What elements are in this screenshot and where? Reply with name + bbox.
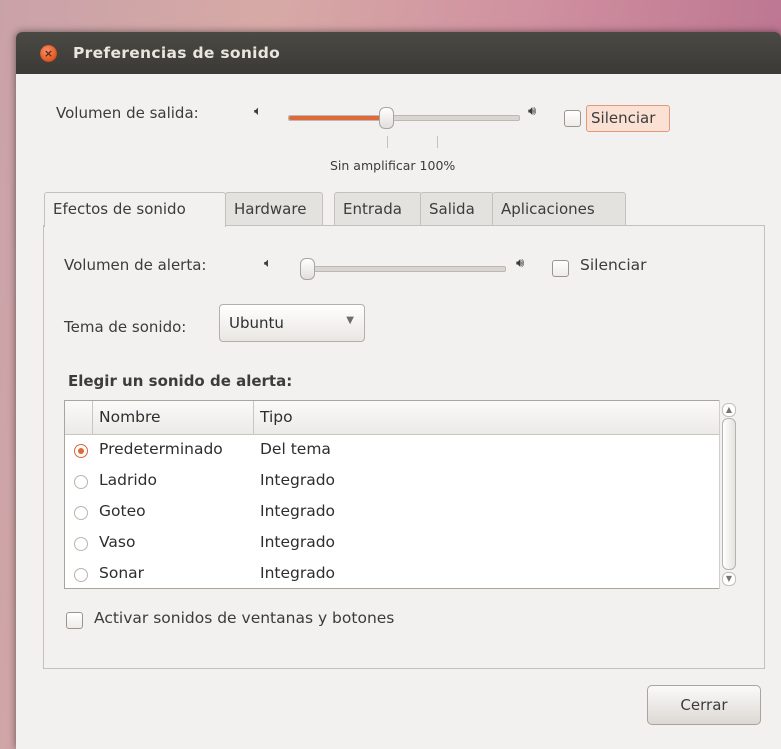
sound-type: Integrado <box>260 564 336 582</box>
output-volume-label: Volumen de salida: <box>56 104 199 122</box>
output-scale-label: Sin amplificar 100% <box>330 158 456 173</box>
alert-volume-thumb[interactable] <box>300 258 315 280</box>
choose-alert-heading: Elegir un sonido de alerta: <box>68 372 293 390</box>
sound-radio[interactable] <box>74 475 88 489</box>
scroll-down-icon[interactable]: ▼ <box>722 572 736 586</box>
sound-preferences-window: × Preferencias de sonido Volumen de sali… <box>16 32 781 749</box>
alert-sounds-list: Nombre Tipo Predeterminado Del tema Ladr… <box>64 400 720 589</box>
output-mute-label: Silenciar <box>591 109 656 127</box>
sound-radio[interactable] <box>74 444 88 458</box>
chevron-down-icon: ▼ <box>346 315 354 326</box>
list-header: Nombre Tipo <box>65 401 719 435</box>
sound-theme-value: Ubuntu <box>229 314 284 332</box>
tab-input[interactable]: Entrada <box>334 192 422 225</box>
tab-hardware[interactable]: Hardware <box>225 192 323 225</box>
tab-applications[interactable]: Aplicaciones <box>492 192 626 225</box>
sound-radio[interactable] <box>74 568 88 582</box>
slider-tick-100 <box>437 136 438 148</box>
sound-type: Integrado <box>260 533 336 551</box>
sound-name: Ladrido <box>99 471 157 489</box>
scrollbar-thumb[interactable] <box>722 418 736 570</box>
list-item[interactable]: Goteo Integrado <box>65 497 719 528</box>
output-mute-focus[interactable]: Silenciar <box>586 105 670 132</box>
sound-name: Vaso <box>99 533 136 551</box>
list-item[interactable]: Vaso Integrado <box>65 528 719 559</box>
column-header-type[interactable]: Tipo <box>260 408 293 426</box>
speaker-low-icon: 🔈︎ <box>254 104 262 119</box>
window-sounds-label: Activar sonidos de ventanas y botones <box>94 609 395 627</box>
speaker-high-icon: 🔊︎ <box>528 104 537 119</box>
list-item[interactable]: Sonar Integrado <box>65 559 719 590</box>
list-scrollbar[interactable]: ▲ ▼ <box>719 400 736 589</box>
speaker-high-icon: 🔊︎ <box>516 256 525 271</box>
column-header-name[interactable]: Nombre <box>99 408 161 426</box>
speaker-low-icon: 🔈︎ <box>264 256 272 271</box>
alert-volume-label: Volumen de alerta: <box>64 256 207 274</box>
sound-type: Integrado <box>260 471 336 489</box>
window-title: Preferencias de sonido <box>73 44 281 62</box>
output-volume-thumb[interactable] <box>379 107 394 129</box>
window-sounds-checkbox[interactable] <box>66 612 83 629</box>
sound-theme-combo[interactable]: Ubuntu ▼ <box>219 304 365 342</box>
sound-name: Predeterminado <box>99 440 223 458</box>
sound-theme-label: Tema de sonido: <box>64 318 187 336</box>
sound-radio[interactable] <box>74 537 88 551</box>
alert-mute-checkbox[interactable] <box>552 260 569 277</box>
column-separator <box>253 401 254 434</box>
tab-output[interactable]: Salida <box>420 192 494 225</box>
scroll-up-icon[interactable]: ▲ <box>722 403 736 417</box>
tab-sound-effects[interactable]: Efectos de sonido <box>44 192 226 227</box>
sound-effects-panel: Volumen de alerta: 🔈︎ 🔊︎ Silenciar Tema … <box>43 225 765 669</box>
sound-name: Sonar <box>99 564 145 582</box>
output-volume-fill <box>289 116 386 120</box>
sound-type: Integrado <box>260 502 336 520</box>
sound-name: Goteo <box>99 502 146 520</box>
list-item[interactable]: Ladrido Integrado <box>65 466 719 497</box>
title-bar: × Preferencias de sonido <box>16 32 781 74</box>
alert-volume-slider[interactable] <box>300 258 506 280</box>
slider-tick-unamplified <box>387 136 388 148</box>
list-item[interactable]: Predeterminado Del tema <box>65 435 719 466</box>
output-volume-slider[interactable] <box>288 107 520 129</box>
sound-radio[interactable] <box>74 506 88 520</box>
column-separator <box>92 401 93 434</box>
close-button[interactable]: Cerrar <box>647 685 761 725</box>
output-mute-checkbox[interactable] <box>564 110 581 127</box>
sound-type: Del tema <box>260 440 331 458</box>
close-icon[interactable]: × <box>40 44 57 62</box>
alert-mute-label: Silenciar <box>580 256 647 274</box>
